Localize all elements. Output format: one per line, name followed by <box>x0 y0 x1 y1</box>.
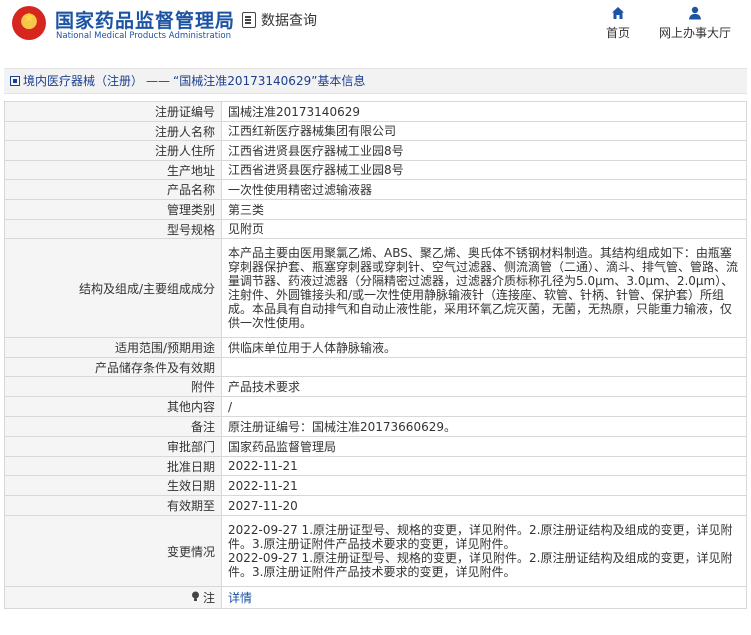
detail-label: 型号规格 <box>4 219 222 239</box>
location-square-icon <box>10 75 20 86</box>
lightbulb-icon <box>191 591 200 605</box>
detail-label: 产品储存条件及有效期 <box>4 357 222 377</box>
note-label: 注 <box>202 591 215 605</box>
breadcrumb: 境内医疗器械（注册） —— “国械注准20173140629”基本信息 <box>4 68 747 94</box>
detail-row: 生效日期 2022-11-21 <box>4 475 747 496</box>
breadcrumb-record-title: “国械注准20173140629”基本信息 <box>173 74 366 88</box>
detail-value: 第三类 <box>221 199 747 220</box>
detail-row: 结构及组成/主要组成成分 本产品主要由医用聚氯乙烯、ABS、聚乙烯、奥氏体不锈钢材… <box>4 238 747 338</box>
detail-value: 本产品主要由医用聚氯乙烯、ABS、聚乙烯、奥氏体不锈钢材料制造。其结构组成如下：… <box>221 238 747 338</box>
detail-value: 江西红新医疗器械集团有限公司 <box>221 121 747 141</box>
detail-row: 注册证编号 国械注准20173140629 <box>4 101 747 122</box>
home-icon <box>596 4 640 22</box>
detail-row: 型号规格 见附页 <box>4 219 747 239</box>
detail-row: 产品储存条件及有效期 <box>4 357 747 377</box>
document-search-icon <box>242 12 256 28</box>
detail-value <box>221 357 747 377</box>
data-query-title: 数据查询 <box>242 10 317 30</box>
detail-value: 供临床单位用于人体静脉输液。 <box>221 337 747 358</box>
detail-label: 生效日期 <box>4 475 222 496</box>
detail-row: 批准日期 2022-11-21 <box>4 456 747 476</box>
detail-label: 变更情况 <box>4 515 222 587</box>
detail-label: 结构及组成/主要组成成分 <box>4 238 222 338</box>
site-name-en: National Medical Products Administration <box>56 31 231 41</box>
note-label-cell: 注 <box>4 586 222 609</box>
detail-label: 批准日期 <box>4 456 222 476</box>
detail-label: 其他内容 <box>4 396 222 417</box>
detail-value: 2027-11-20 <box>221 495 747 516</box>
detail-row: 附件 产品技术要求 <box>4 376 747 397</box>
detail-row: 有效期至 2027-11-20 <box>4 495 747 516</box>
detail-value: 江西省进贤县医疗器械工业园8号 <box>221 160 747 180</box>
breadcrumb-separator: —— <box>146 73 171 88</box>
data-query-label: 数据查询 <box>261 13 317 29</box>
user-icon <box>652 4 738 22</box>
detail-row: 变更情况 2022-09-27 1.原注册证型号、规格的变更，详见附件。2.原注册… <box>4 515 747 587</box>
detail-label: 备注 <box>4 416 222 437</box>
detail-label: 注册证编号 <box>4 101 222 122</box>
detail-row: 注册人住所 江西省进贤县医疗器械工业园8号 <box>4 140 747 161</box>
detail-row: 管理类别 第三类 <box>4 199 747 220</box>
detail-label: 适用范围/预期用途 <box>4 337 222 358</box>
detail-row: 适用范围/预期用途 供临床单位用于人体静脉输液。 <box>4 337 747 358</box>
detail-label: 审批部门 <box>4 436 222 457</box>
detail-row: 注册人名称 江西红新医疗器械集团有限公司 <box>4 121 747 141</box>
detail-value: 2022-09-27 1.原注册证型号、规格的变更，详见附件。2.原注册证结构及… <box>221 515 747 587</box>
detail-value: 2022-11-21 <box>221 475 747 496</box>
detail-label: 有效期至 <box>4 495 222 516</box>
detail-row: 其他内容 / <box>4 396 747 417</box>
detail-label: 产品名称 <box>4 179 222 200</box>
detail-row: 审批部门 国家药品监督管理局 <box>4 436 747 457</box>
detail-row: 备注 原注册证编号：国械注准20173660629。 <box>4 416 747 437</box>
detail-value: 国械注准20173140629 <box>221 101 747 122</box>
detail-value: 国家药品监督管理局 <box>221 436 747 457</box>
detail-value: 一次性使用精密过滤输液器 <box>221 179 747 200</box>
nav-online-label: 网上办事大厅 <box>658 26 731 40</box>
detail-value: 2022-11-21 <box>221 456 747 476</box>
detail-value: 产品技术要求 <box>221 376 747 397</box>
site-header: ★ 国家药品监督管理局 National Medical Products Ad… <box>0 0 751 58</box>
national-emblem-icon: ★ <box>12 6 46 40</box>
nav-home[interactable]: 首页 <box>596 4 640 41</box>
detail-row: 生产地址 江西省进贤县医疗器械工业园8号 <box>4 160 747 180</box>
detail-value: 原注册证编号：国械注准20173660629。 <box>221 416 747 437</box>
detail-label: 生产地址 <box>4 160 222 180</box>
details-link[interactable]: 详情 <box>228 591 252 605</box>
nav-home-label: 首页 <box>605 26 630 40</box>
site-name-cn: 国家药品监督管理局 <box>55 10 236 32</box>
detail-value: 见附页 <box>221 219 747 239</box>
detail-value: 江西省进贤县医疗器械工业园8号 <box>221 140 747 161</box>
note-value-cell: 详情 <box>221 586 747 609</box>
breadcrumb-category-link[interactable]: 境内医疗器械（注册） <box>23 72 143 89</box>
registration-details-table: 注册证编号 国械注准20173140629 注册人名称 江西红新医疗器械集团有限公司注… <box>4 101 747 609</box>
detail-value: / <box>221 396 747 417</box>
detail-label: 附件 <box>4 376 222 397</box>
detail-label: 注册人名称 <box>4 121 222 141</box>
detail-label: 管理类别 <box>4 199 222 220</box>
detail-row: 产品名称 一次性使用精密过滤输液器 <box>4 179 747 200</box>
note-row: 注详情 <box>4 586 747 609</box>
nav-online-service-hall[interactable]: 网上办事大厅 <box>652 4 738 41</box>
detail-label: 注册人住所 <box>4 140 222 161</box>
